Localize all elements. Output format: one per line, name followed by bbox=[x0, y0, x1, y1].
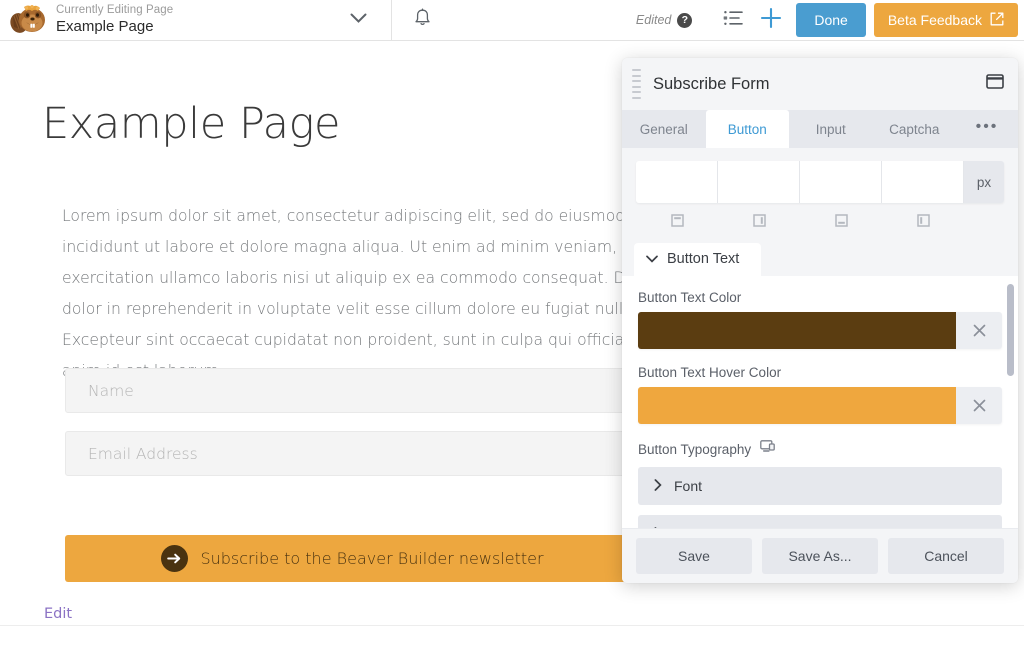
subscribe-button-label: Subscribe to the Beaver Builder newslett… bbox=[200, 549, 543, 568]
button-text-hover-color-clear-button[interactable] bbox=[956, 387, 1002, 424]
drag-handle-icon[interactable] bbox=[632, 69, 641, 99]
border-bottom-icon[interactable] bbox=[800, 209, 882, 231]
bell-icon bbox=[414, 8, 431, 33]
button-text-color-clear-button[interactable] bbox=[956, 312, 1002, 349]
email-input[interactable]: Email Address bbox=[65, 431, 640, 476]
chevron-down-icon bbox=[646, 251, 658, 267]
typography-font-label: Font bbox=[674, 478, 702, 494]
external-link-icon bbox=[990, 12, 1004, 29]
typography-style-spacing-label: Style & Spacing bbox=[674, 526, 773, 528]
spacing-inputs: px bbox=[636, 161, 1004, 203]
toolbar-actions: Edited ? Done bbox=[636, 0, 1024, 40]
panel-tabs: General Button Input Captcha ••• bbox=[622, 110, 1018, 148]
app-root: Currently Editing Page Example Page Edit… bbox=[0, 0, 1024, 660]
section-body-button-text: Button Text Color Button Text Hover Colo… bbox=[622, 276, 1018, 528]
panel-body: px bbox=[622, 148, 1018, 528]
window-mode-icon[interactable] bbox=[986, 74, 1004, 94]
tab-button[interactable]: Button bbox=[706, 110, 790, 148]
tab-general[interactable]: General bbox=[622, 110, 706, 148]
tab-captcha[interactable]: Captcha bbox=[873, 110, 957, 148]
page-title: Example Page bbox=[56, 18, 173, 35]
name-input[interactable]: Name bbox=[65, 368, 640, 413]
outline-list-icon bbox=[723, 10, 744, 31]
spacing-input-right[interactable] bbox=[718, 161, 800, 203]
editor-toolbar: Currently Editing Page Example Page Edit… bbox=[0, 0, 1024, 41]
chevron-right-icon bbox=[654, 526, 662, 528]
border-right-icon[interactable] bbox=[718, 209, 800, 231]
section-title: Button Text bbox=[667, 251, 739, 267]
section-header-button-text[interactable]: Button Text bbox=[634, 243, 761, 276]
module-settings-panel: Subscribe Form General Button Input Capt… bbox=[622, 58, 1018, 583]
edited-status: Edited ? bbox=[636, 13, 692, 28]
page-bottom-strip bbox=[0, 625, 1024, 660]
panel-footer: Save Save As... Cancel bbox=[622, 528, 1018, 583]
beta-feedback-label: Beta Feedback bbox=[888, 12, 982, 28]
spacing-unit-spacer bbox=[964, 209, 1004, 231]
border-top-icon[interactable] bbox=[636, 209, 718, 231]
button-text-hover-color-field bbox=[638, 387, 1002, 424]
cancel-button[interactable]: Cancel bbox=[888, 538, 1004, 574]
chevron-down-icon[interactable] bbox=[350, 11, 367, 29]
button-text-color-field bbox=[638, 312, 1002, 349]
spacing-unit-selector[interactable]: px bbox=[964, 161, 1004, 203]
add-module-button[interactable] bbox=[752, 0, 790, 41]
border-left-icon[interactable] bbox=[882, 209, 964, 231]
panel-scrollbar-thumb[interactable] bbox=[1007, 284, 1014, 376]
page-heading: Example Page bbox=[42, 99, 340, 149]
typography-style-spacing-row[interactable]: Style & Spacing bbox=[638, 515, 1002, 528]
button-text-color-swatch[interactable] bbox=[638, 312, 956, 349]
current-page-selector[interactable]: Currently Editing Page Example Page bbox=[0, 0, 392, 40]
monitor-icon[interactable] bbox=[760, 440, 775, 458]
toolbar-eyebrow: Currently Editing Page bbox=[56, 4, 173, 17]
spacing-input-bottom[interactable] bbox=[800, 161, 882, 203]
button-text-hover-color-swatch[interactable] bbox=[638, 387, 956, 424]
notifications-button[interactable] bbox=[392, 0, 431, 40]
subscribe-button[interactable]: Subscribe to the Beaver Builder newslett… bbox=[65, 535, 640, 582]
done-button[interactable]: Done bbox=[796, 3, 865, 37]
chevron-right-icon bbox=[654, 478, 662, 494]
save-as-button[interactable]: Save As... bbox=[762, 538, 878, 574]
tab-input[interactable]: Input bbox=[789, 110, 873, 148]
button-typography-label: Button Typography bbox=[638, 442, 751, 457]
arrow-right-circle-icon bbox=[161, 545, 188, 572]
outline-list-button[interactable] bbox=[714, 0, 752, 41]
spacing-input-top[interactable] bbox=[636, 161, 718, 203]
panel-header: Subscribe Form bbox=[622, 58, 1018, 110]
button-typography-header: Button Typography bbox=[638, 440, 1002, 458]
beaver-logo-icon bbox=[10, 3, 48, 37]
spacing-input-left[interactable] bbox=[882, 161, 964, 203]
edit-link[interactable]: Edit bbox=[44, 606, 72, 622]
tab-more-button[interactable]: ••• bbox=[956, 110, 1018, 148]
save-button[interactable]: Save bbox=[636, 538, 752, 574]
help-icon[interactable]: ? bbox=[677, 13, 692, 28]
spacing-side-icons bbox=[636, 209, 1004, 231]
plus-icon bbox=[760, 7, 782, 34]
button-text-color-label: Button Text Color bbox=[638, 290, 1002, 305]
beta-feedback-button[interactable]: Beta Feedback bbox=[874, 3, 1018, 37]
button-text-hover-color-label: Button Text Hover Color bbox=[638, 365, 1002, 380]
typography-font-row[interactable]: Font bbox=[638, 467, 1002, 505]
edited-label: Edited bbox=[636, 13, 671, 27]
panel-title: Subscribe Form bbox=[653, 75, 769, 94]
